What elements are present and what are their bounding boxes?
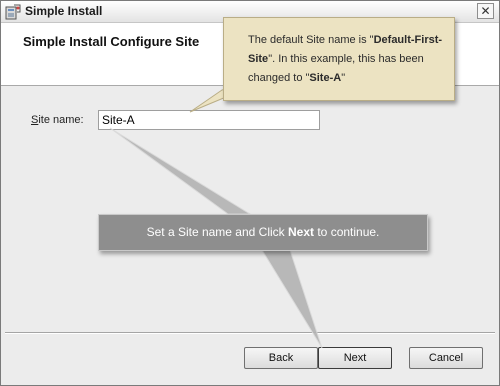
callout-top-bold-2: Site-A	[309, 72, 342, 84]
callout-mid-text-2: to continue.	[314, 225, 380, 239]
callout-mid-text-1: Set a Site name and Click	[146, 225, 288, 239]
callout-default-site-name: The default Site name is "Default-First-…	[223, 17, 455, 101]
callout-instruction: Set a Site name and Click Next to contin…	[98, 214, 428, 251]
pointer-to-input	[109, 127, 252, 215]
callout-mid-bold: Next	[288, 225, 315, 239]
callout-top-text-1: The default Site name is "	[248, 34, 374, 46]
callout-top-text-3: "	[341, 72, 346, 84]
pointer-to-next	[261, 249, 323, 349]
